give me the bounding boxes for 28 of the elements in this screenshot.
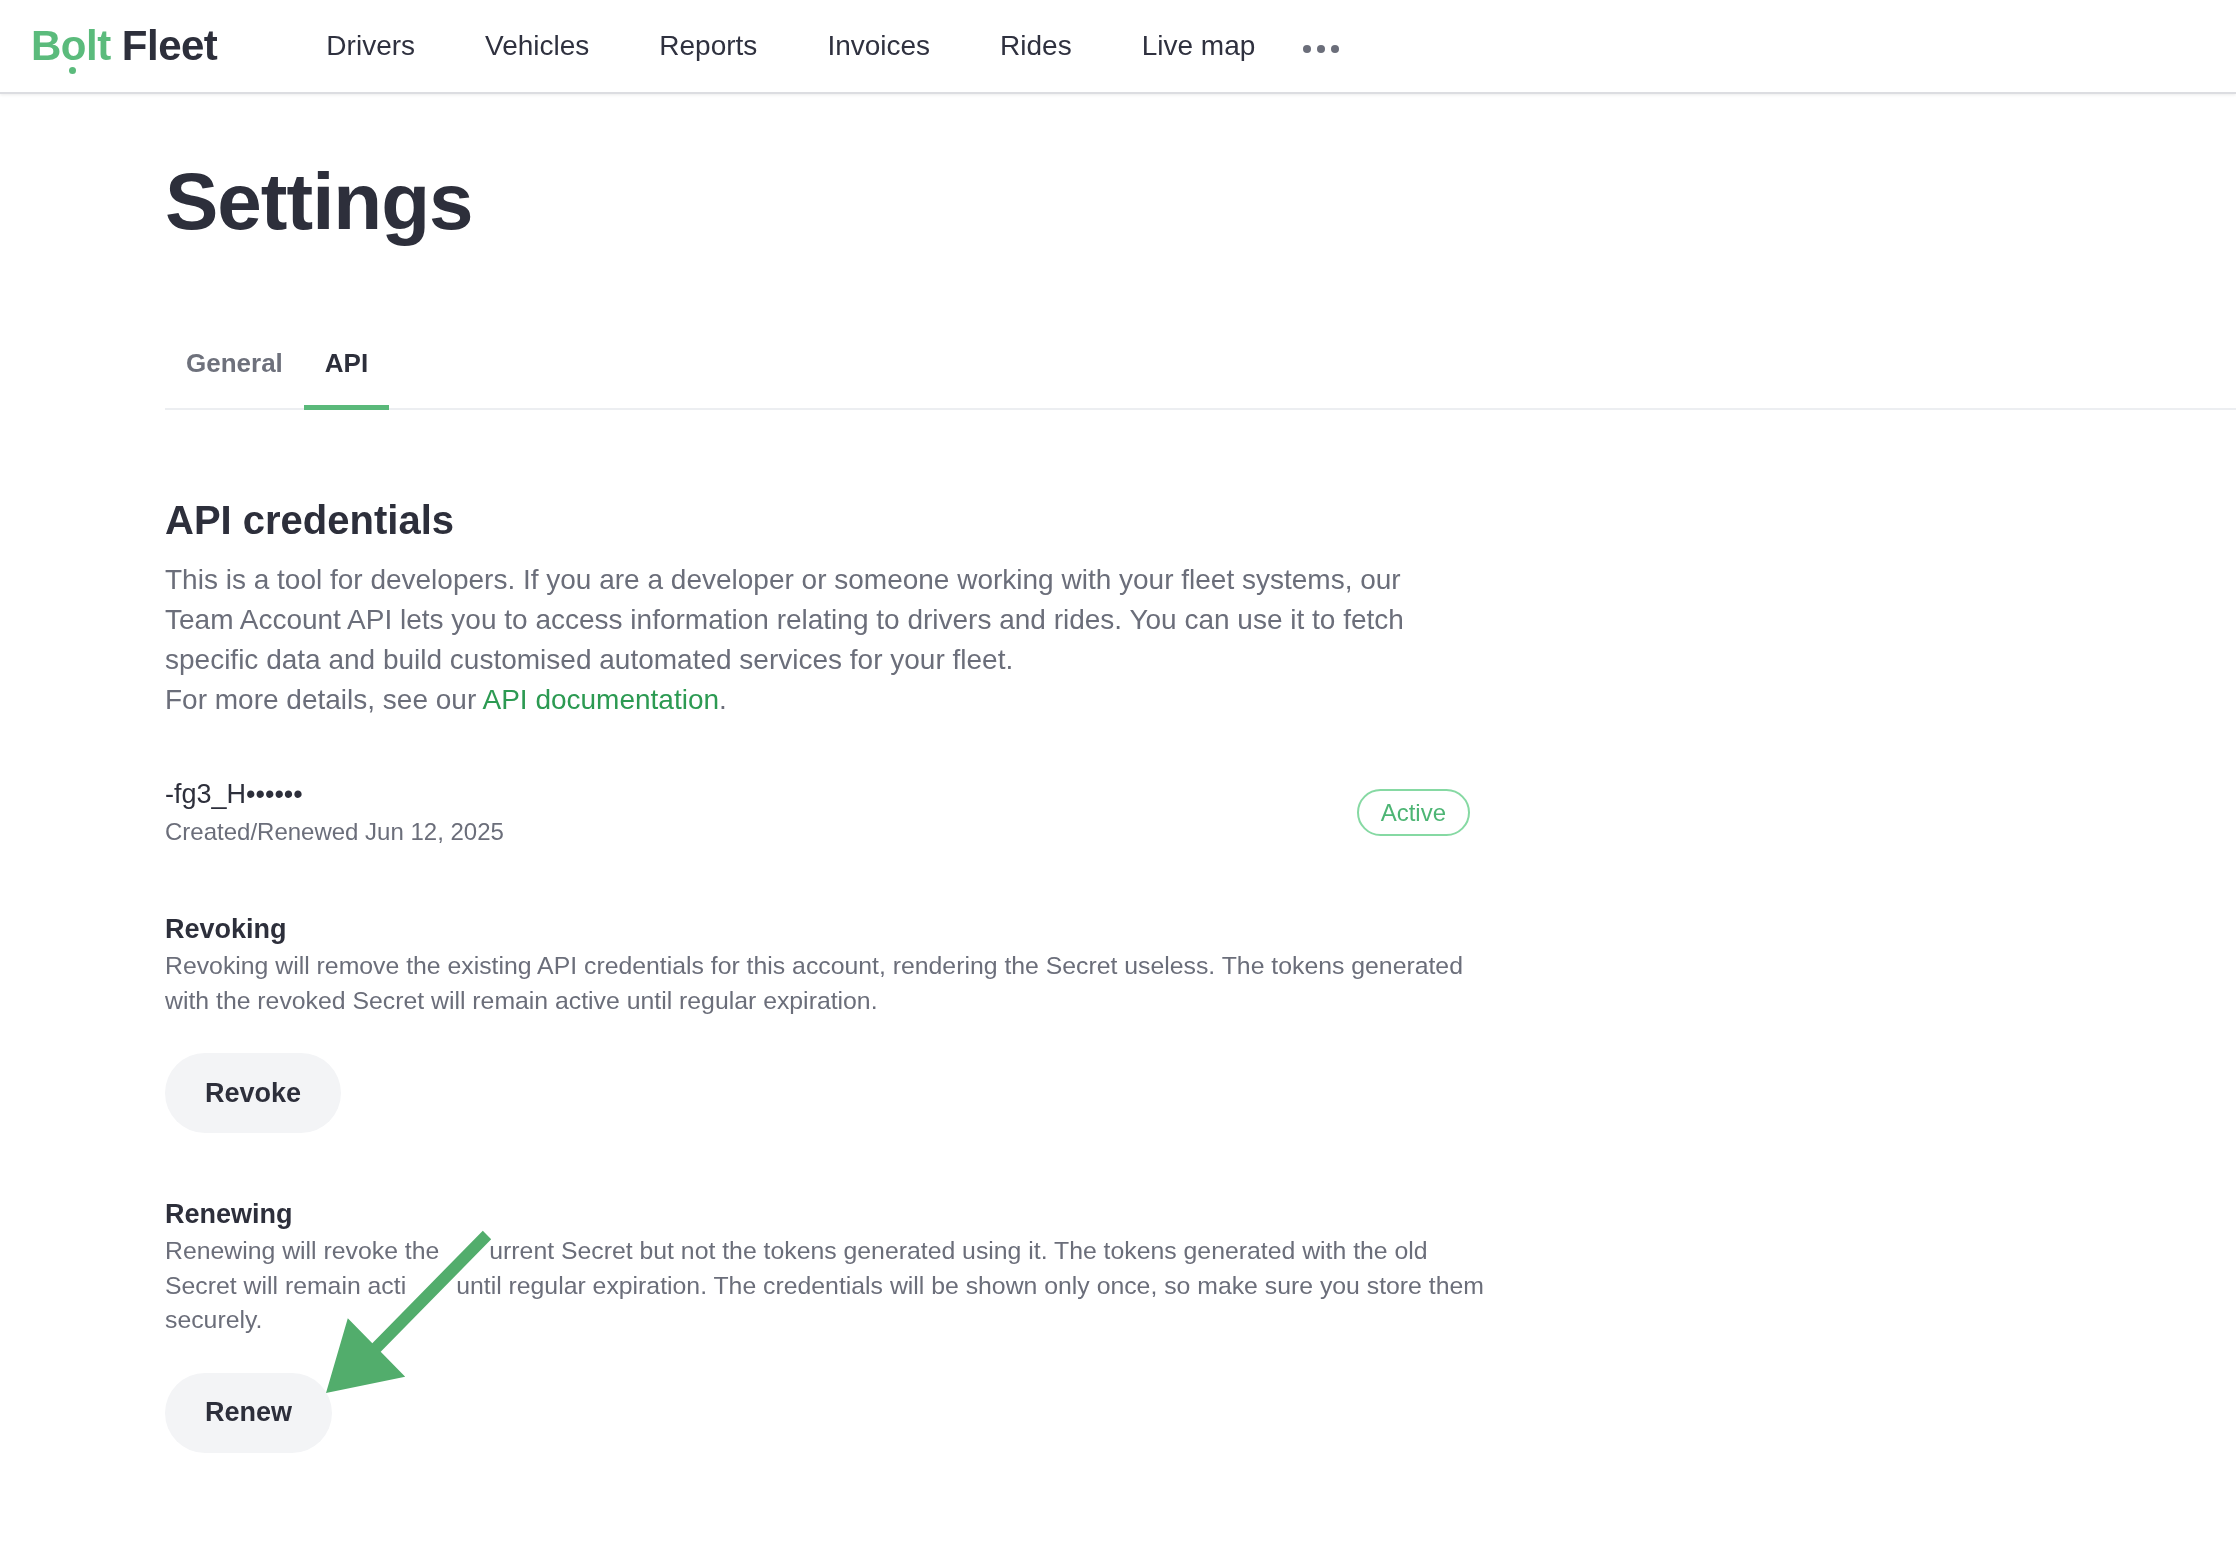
action-title: Revoking [165,913,287,946]
action-button[interactable]: Revoke [165,1053,342,1133]
action-button[interactable]: Renew [165,1372,333,1453]
action-description: until regular expiration. The credentials will be shown only once, so make sure you store them [456,1270,1484,1301]
action-description: Secret will remain acti [165,1270,407,1301]
documentation-note: For more details, see our API documentation. [165,683,727,717]
section-description: This is a tool for developers. If you are a developer or someone working with your fleet systems, our Team Account API lets you to access information relating to drivers and rides. You can use it to fetch specific data and build customised automated services for your fleet. [165,563,1405,677]
tab[interactable]: General [165,335,304,410]
nav-link[interactable]: Rides [1000,28,1072,64]
nav-link[interactable]: Drivers [326,28,416,64]
action-description: Revoking will remove the existing API credentials for this account, rendering the Secret useless. The tokens generated with the revoked Secret will remain active until regular expiration. [165,951,1464,1016]
action-description: securely. [165,1305,263,1335]
page-title: Settings [165,156,473,248]
action-description: Renewing will revoke the [165,1236,440,1266]
nav-link[interactable]: Reports [659,28,758,64]
credential-key: -fg3_H•••••• [165,776,504,812]
nav-link[interactable]: Vehicles [485,28,590,64]
section-title: API credentials [165,497,454,544]
status-badge: Active [1356,788,1470,836]
logo[interactable]: Bolt Fleet [31,20,218,72]
tab[interactable]: API [303,335,390,410]
nav-link[interactable]: Live map [1141,28,1256,64]
credential-date: Created/Renewed Jun 12, 2025 [165,817,504,847]
action-title: Renewing [165,1198,293,1231]
nav-link[interactable]: Invoices [827,28,931,64]
documentation-link[interactable]: API documentation [482,684,720,715]
more-icon[interactable] [1303,45,1340,53]
action-description: urrent Secret but not the tokens generated using it. The tokens generated with the old [489,1236,1428,1266]
